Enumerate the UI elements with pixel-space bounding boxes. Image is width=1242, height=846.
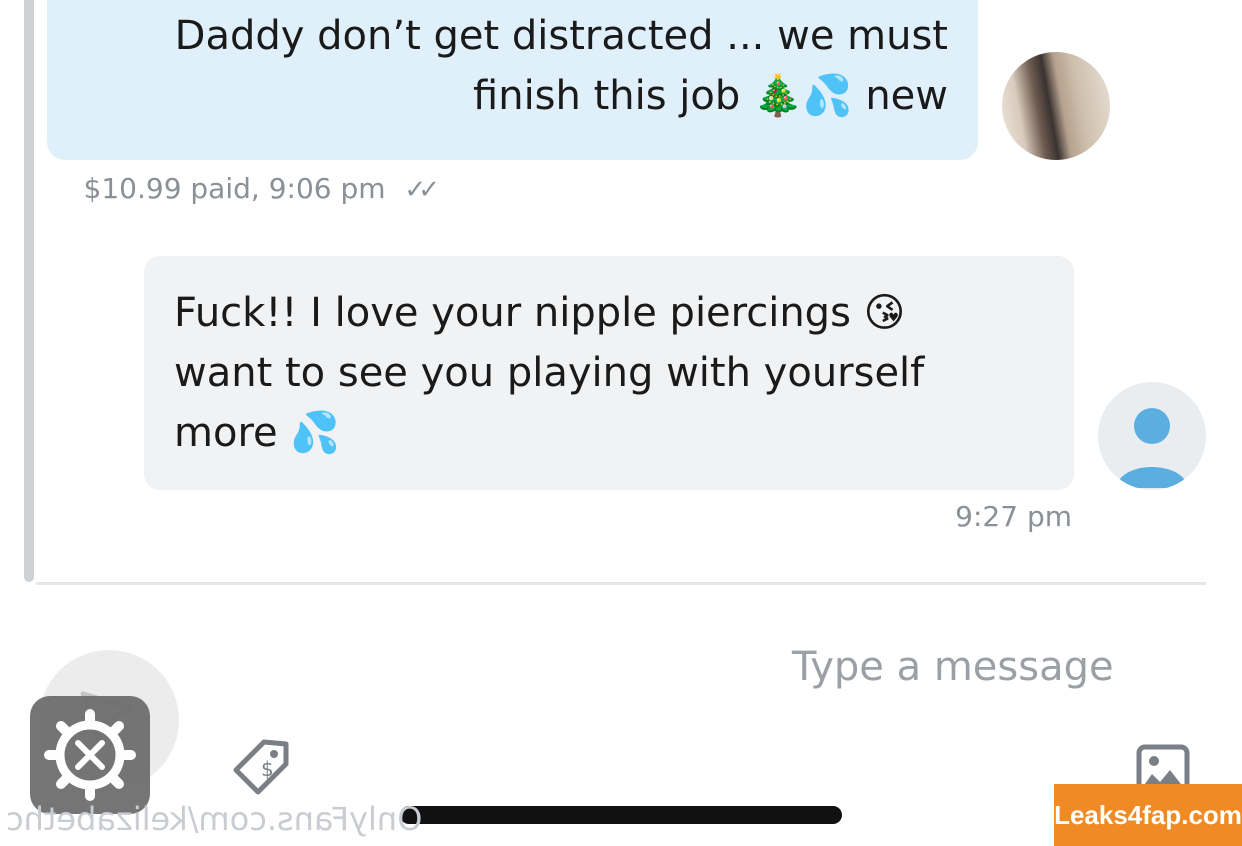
mirrored-chat-view: Daddy don’t get distracted ... we must f… [0, 0, 1242, 846]
message-text-part: finish this job [473, 73, 741, 119]
message-text: Daddy don’t get distracted ... we must f… [81, 6, 948, 126]
message-time: 9:27 pm [955, 500, 1072, 533]
kissing-emoji: 😘 [863, 290, 906, 336]
price-tag-icon[interactable]: $ [230, 736, 292, 798]
watermark-url: OnlyFans.com/kelizabethc [6, 800, 423, 838]
thread-indicator-line [24, 0, 34, 582]
message-meta: $10.99 paid, 9:06 pm ✓✓ [84, 172, 432, 205]
message-bubble[interactable]: Fuck!! I love your nipple piercings 😘 wa… [144, 256, 1074, 490]
watermark-badge: Leaks4fap.com [1054, 784, 1242, 846]
read-receipt-icon: ✓✓ [404, 175, 432, 205]
message-input[interactable]: Type a message [792, 644, 1192, 690]
message-line: want to see you playing with yourself [174, 350, 925, 396]
settings-gear-icon[interactable] [30, 696, 150, 814]
droplets-emoji: 💦 [290, 410, 341, 456]
message-line: more 💦 [174, 403, 1038, 463]
message-line: Fuck!! I love your nipple piercings 😘 [174, 283, 1038, 343]
message-text: Fuck!! I love your nipple piercings 😘 wa… [174, 283, 1038, 463]
home-indicator [400, 806, 842, 824]
message-text-part: new [865, 73, 948, 119]
default-avatar-icon[interactable] [1098, 382, 1206, 490]
message-bubble-paid[interactable]: Daddy don’t get distracted ... we must f… [47, 0, 978, 160]
tree-droplets-emoji: 🎄💦 [752, 73, 853, 119]
message-text-part: more [174, 410, 278, 456]
composer-divider [36, 582, 1206, 585]
message-text-part: Fuck!! I love your nipple piercings [174, 290, 851, 336]
svg-text:$: $ [261, 757, 274, 781]
sender-avatar-photo[interactable] [1002, 52, 1110, 160]
price-time-label: $10.99 paid, 9:06 pm [83, 172, 386, 205]
message-line: finish this job 🎄💦 new [81, 66, 948, 126]
message-line: Daddy don’t get distracted ... we must [174, 13, 948, 59]
